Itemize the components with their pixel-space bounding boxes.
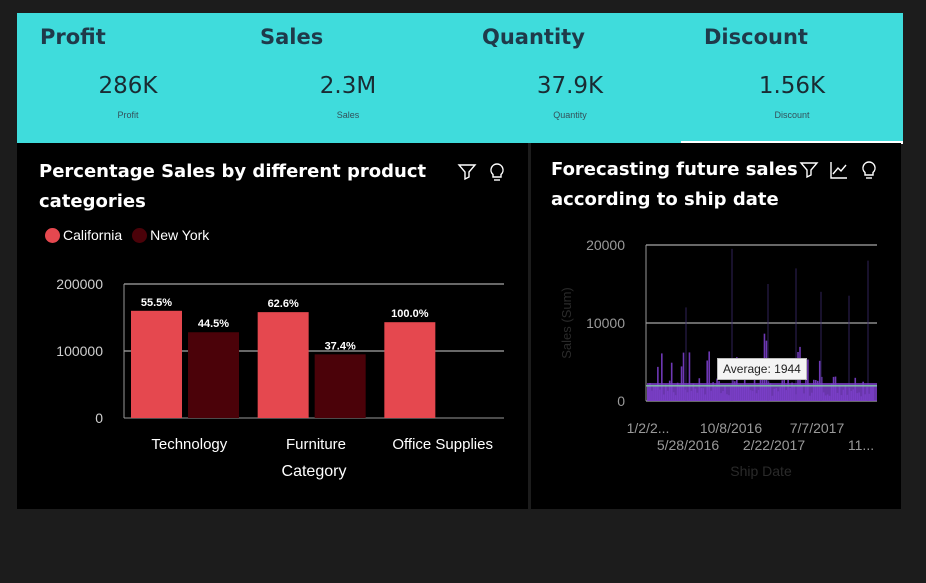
kpi-title: Quantity	[482, 25, 585, 49]
x-tick-label: 1/2/2...	[627, 420, 670, 436]
kpi-value: 37.9K	[536, 73, 604, 99]
x-tick-label: Furniture	[286, 436, 346, 453]
x-tick-label: 7/7/2017	[790, 420, 845, 436]
x-tick-label: 2/22/2017	[743, 437, 805, 453]
bar-california	[131, 310, 182, 418]
y-tick-label: 0	[617, 393, 625, 409]
x-tick-label: 10/8/2016	[700, 420, 762, 436]
bar-california	[384, 322, 436, 418]
kpi-label: Quantity	[553, 110, 587, 120]
kpi-profit-tile[interactable]: Profit 286K Profit	[17, 13, 239, 141]
data-label: 62.6%	[268, 298, 299, 310]
x-tick-label: Office Supplies	[392, 436, 493, 453]
y-tick-label: 100000	[56, 343, 103, 359]
x-tick-label: 11...	[848, 437, 874, 453]
x-tick-label: 5/28/2016	[657, 437, 719, 453]
kpi-discount-tile[interactable]: Discount 1.56K Discount	[681, 13, 903, 141]
average-tooltip: Average: 1944	[717, 358, 807, 380]
bar-california	[257, 312, 309, 418]
sales-by-category-panel[interactable]: Percentage Sales by different product ca…	[17, 143, 528, 509]
kpi-quantity-tile[interactable]: Quantity 37.9K Quantity	[459, 13, 681, 141]
kpi-title: Profit	[40, 25, 106, 49]
kpi-value: 2.3M	[319, 73, 377, 99]
kpi-value: 1.56K	[758, 73, 826, 99]
y-tick-label: 200000	[56, 276, 103, 292]
data-label: 100.0%	[391, 308, 429, 320]
y-axis-title: Sales (Sum)	[559, 287, 574, 359]
forecast-chart[interactable]: 0 10000 20000 1/2/2... 10/8/2016 7/7/2017 5/28…	[531, 143, 901, 509]
kpi-band: Profit 286K Profit Sales 2.3M Sales Quan…	[17, 13, 903, 144]
bar-new-york	[188, 332, 239, 418]
x-axis-title: Category	[282, 463, 347, 480]
y-tick-label: 20000	[586, 237, 625, 253]
kpi-label: Profit	[117, 110, 139, 120]
kpi-label: Sales	[336, 110, 360, 120]
x-tick-label: Technology	[151, 436, 227, 453]
data-label: 44.5%	[198, 318, 229, 330]
data-label: 37.4%	[325, 340, 356, 352]
kpi-label: Discount	[774, 110, 810, 120]
bar-new-york	[314, 354, 366, 418]
kpi-sales-tile[interactable]: Sales 2.3M Sales	[237, 13, 459, 141]
y-tick-label: 0	[95, 410, 103, 426]
kpi-value: 286K	[98, 73, 158, 99]
data-label: 55.5%	[141, 297, 172, 309]
y-tick-label: 10000	[586, 315, 625, 331]
bar-chart[interactable]: 0 100000 200000 55.5% 44.5% Technology 62.6% 37…	[17, 143, 528, 509]
kpi-title: Sales	[260, 25, 324, 49]
x-axis-title: Ship Date	[730, 463, 792, 479]
forecast-panel[interactable]: Forecasting future sales according to sh…	[531, 143, 901, 509]
kpi-title: Discount	[704, 25, 808, 49]
